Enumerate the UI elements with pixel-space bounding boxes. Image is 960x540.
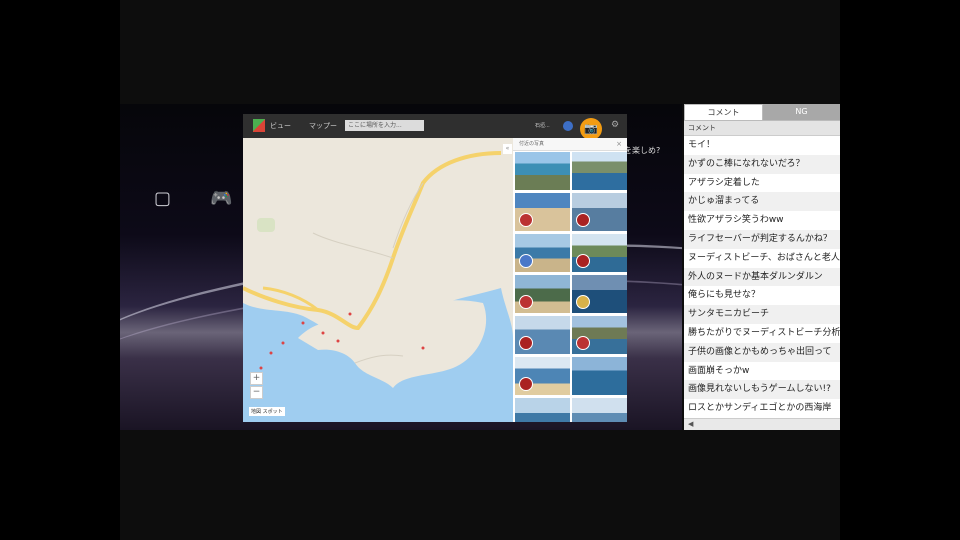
photo-thumb[interactable] <box>572 275 627 313</box>
list-item[interactable]: アザラシ定着した <box>684 174 840 193</box>
comment-column-header[interactable]: コメント <box>684 120 840 136</box>
list-item[interactable]: ヌーディストビーチ、おばさんと老人 <box>684 249 840 268</box>
user-badge-icon <box>519 295 533 309</box>
user-badge-icon <box>576 254 590 268</box>
comment-panel: コメント NG コメント モイ！ かずのこ棒になれないだろ？ アザラシ定着した … <box>684 104 840 430</box>
user-badge-icon <box>576 213 590 227</box>
photo-thumb[interactable] <box>572 398 627 422</box>
photo-thumb[interactable] <box>515 234 570 272</box>
avatar[interactable] <box>563 121 573 131</box>
gamepad-icon: 🎮 <box>210 188 233 209</box>
zoom-out-button[interactable]: − <box>250 386 263 399</box>
comment-list[interactable]: モイ！ かずのこ棒になれないだろ？ アザラシ定着した かじゅ溜まってる 性欲アザ… <box>684 136 840 418</box>
list-item[interactable]: 画像見れないしもうゲームしない!? <box>684 380 840 400</box>
list-item[interactable]: 俺らにも見せな？ <box>684 286 840 305</box>
photo-thumb[interactable] <box>572 234 627 272</box>
tab-ng[interactable]: NG <box>763 104 840 120</box>
user-badge-icon <box>519 336 533 350</box>
gear-icon[interactable]: ⚙ <box>611 120 619 130</box>
list-item[interactable]: 子供の画像とかもめっちゃ出回って <box>684 342 840 362</box>
list-item[interactable]: かじゅ溜まってる <box>684 192 840 212</box>
list-item[interactable]: 勝ちたがりでヌーディストビーチ分析 <box>684 324 840 343</box>
list-item[interactable]: モイ！ <box>684 136 840 155</box>
photo-panel: « 付近の写真 × <box>503 138 627 422</box>
maps-window: ビュー マップー ここに場所を入力... 石垣... 📷 ⚙ + − 地図 スポ… <box>243 114 627 422</box>
tab-comment[interactable]: コメント <box>684 104 763 120</box>
scroll-left-icon[interactable]: ◀ <box>688 420 693 428</box>
tab-map[interactable]: マップー <box>309 121 337 131</box>
user-badge-icon <box>576 336 590 350</box>
list-item[interactable]: 性欲アザラシ笑うわww <box>684 211 840 230</box>
photo-thumb[interactable] <box>515 316 570 354</box>
user-badge-icon <box>576 295 590 309</box>
list-item[interactable]: サンタモニカビーチ <box>684 305 840 324</box>
list-item[interactable]: ロスとかサンディエゴとかの西海岸 <box>684 399 840 418</box>
user-badge-icon <box>519 254 533 268</box>
tab-view[interactable]: ビュー <box>270 121 291 131</box>
collapse-icon[interactable]: « <box>503 144 512 154</box>
comment-tabs: コメント NG <box>684 104 840 120</box>
photo-thumb[interactable] <box>572 357 627 395</box>
photo-thumb[interactable] <box>515 275 570 313</box>
close-icon[interactable]: × <box>616 138 622 150</box>
photo-thumb[interactable] <box>515 152 570 190</box>
maps-logo-icon[interactable] <box>253 119 265 132</box>
photo-panel-header: 付近の写真 × <box>513 138 627 151</box>
photo-grid <box>515 152 627 422</box>
user-badge-icon <box>519 213 533 227</box>
list-item[interactable]: 画面崩そっかw <box>684 362 840 381</box>
tv-icon: ▢ <box>154 188 172 209</box>
photo-panel-title: 付近の写真 <box>519 141 545 147</box>
photo-thumb[interactable] <box>572 193 627 231</box>
user-badge-icon <box>519 377 533 391</box>
photo-thumb[interactable] <box>515 357 570 395</box>
photo-thumb[interactable] <box>515 193 570 231</box>
maps-topbar: ビュー マップー ここに場所を入力... 石垣... 📷 ⚙ <box>243 114 627 140</box>
photo-thumb[interactable] <box>515 398 570 422</box>
map-canvas[interactable] <box>243 138 513 422</box>
user-name[interactable]: 石垣... <box>535 122 550 129</box>
camera-icon[interactable]: 📷 <box>580 118 602 140</box>
search-input[interactable]: ここに場所を入力... <box>345 120 424 131</box>
zoom-in-button[interactable]: + <box>250 372 263 385</box>
list-item[interactable]: ライフセーバーが判定するんかね？ <box>684 229 840 249</box>
cut-off-text: を楽しめ? <box>624 146 661 155</box>
list-item[interactable]: 外人のヌードか基本ダルンダルン <box>684 267 840 287</box>
photo-thumb[interactable] <box>572 316 627 354</box>
map-type-label[interactable]: 地図 スポット <box>249 407 285 416</box>
photo-thumb[interactable] <box>572 152 627 190</box>
list-item[interactable]: かずのこ棒になれないだろ？ <box>684 154 840 174</box>
horizontal-scrollbar[interactable]: ◀ <box>684 418 840 430</box>
